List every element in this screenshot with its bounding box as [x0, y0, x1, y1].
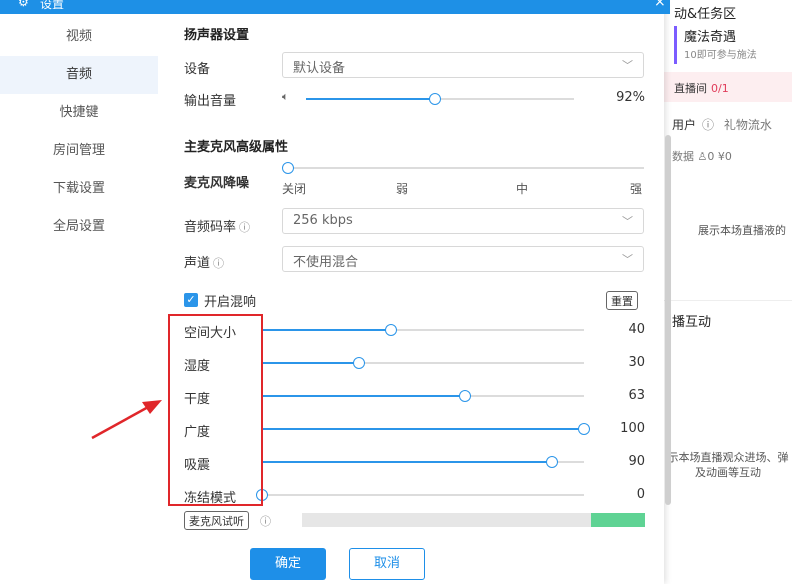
nav-item-download[interactable]: 下载设置 — [0, 170, 158, 208]
reverb-slider-fill — [262, 428, 584, 430]
mic-level-meter — [302, 513, 645, 527]
reverb-slider-value: 0 — [636, 487, 645, 502]
nav-item-video[interactable]: 视频 — [0, 18, 158, 56]
bg-card-subtitle: 10即可参与施法 — [684, 50, 757, 61]
volume-label: 输出音量 — [184, 94, 237, 109]
close-icon[interactable]: × — [654, 0, 666, 10]
speaker-section-title: 扬声器设置 — [184, 28, 250, 43]
reverb-slider-value: 90 — [628, 454, 645, 469]
denoise-thumb[interactable] — [282, 162, 294, 174]
denoise-tick-medium: 中 — [516, 182, 529, 196]
bg-tabs: 用户 ⓘ 礼物流水 — [672, 116, 772, 133]
bitrate-select[interactable]: 256 kbps ﹀ — [282, 208, 644, 234]
reverb-slider[interactable] — [262, 390, 584, 402]
mic-level-fill — [591, 513, 645, 527]
bg-tab-users[interactable]: 用户 — [672, 118, 696, 132]
device-label: 设备 — [184, 62, 211, 77]
bitrate-label: 音频码率 ⓘ — [184, 216, 250, 235]
help-icon[interactable]: ⓘ — [260, 513, 271, 529]
bg-task-count: 0/1 — [711, 82, 729, 95]
bg-empty-hint: 展示本场直播液的 — [698, 224, 786, 237]
reverb-slider-value: 40 — [628, 322, 645, 337]
reverb-slider-thumb[interactable] — [352, 357, 365, 369]
dialog-titlebar: ⚙ 设置 × — [0, 0, 670, 14]
help-icon: ⓘ — [702, 118, 715, 132]
reverb-slider-value: 63 — [628, 388, 645, 403]
channel-select[interactable]: 不使用混合 ﹀ — [282, 246, 644, 272]
bg-section-interaction: 播互动 — [672, 315, 712, 330]
nav-item-room[interactable]: 房间管理 — [0, 132, 158, 170]
bg-stats: 数据 ♙0 ¥0 — [672, 150, 732, 163]
reverb-slider-fill — [262, 362, 359, 364]
volume-fill — [306, 98, 435, 100]
reverb-slider-value: 30 — [628, 355, 645, 370]
reverb-slider[interactable] — [262, 357, 584, 369]
reverb-slider-thumb[interactable] — [458, 390, 471, 402]
volume-value: 92% — [616, 90, 645, 105]
device-select[interactable]: 默认设备 ﹀ — [282, 52, 644, 78]
bg-empty-line2: 及动画等互动 — [695, 466, 761, 479]
settings-nav: 视频 音频 快捷键 房间管理 下载设置 全局设置 — [0, 14, 158, 584]
reverb-slider[interactable] — [262, 456, 584, 468]
scrollbar[interactable] — [665, 135, 671, 505]
reverb-slider-fill — [262, 461, 552, 463]
mic-monitor-button[interactable]: 麦克风试听 — [184, 511, 249, 530]
denoise-slider[interactable] — [282, 162, 644, 174]
mic-section-title: 主麦克风高级属性 — [184, 140, 289, 155]
bg-tab-gifts[interactable]: 礼物流水 — [724, 118, 772, 132]
nav-item-global[interactable]: 全局设置 — [0, 208, 158, 246]
reset-button[interactable]: 重置 — [606, 291, 638, 310]
chevron-down-icon: ﹀ — [622, 253, 633, 266]
reverb-checkbox[interactable]: ✓ — [184, 293, 198, 307]
settings-gear-icon: ⚙ — [18, 0, 29, 9]
bg-empty-line1: 示本场直播观众进场、弹 — [667, 451, 789, 464]
reverb-slider-fill — [262, 395, 465, 397]
bg-task-row[interactable]: 直播间 0/1 — [664, 72, 792, 102]
dialog-title: 设置 — [40, 0, 65, 11]
reverb-slider-fill — [262, 329, 391, 331]
device-select-value: 默认设备 — [293, 61, 346, 76]
nav-item-audio[interactable]: 音频 — [0, 56, 158, 94]
ok-button[interactable]: 确定 — [250, 548, 326, 580]
reverb-label: 开启混响 — [204, 295, 257, 310]
reverb-slider[interactable] — [256, 489, 584, 501]
denoise-tick-off: 关闭 — [282, 182, 307, 196]
nav-item-shortcuts[interactable]: 快捷键 — [0, 94, 158, 132]
volume-thumb[interactable] — [428, 93, 441, 105]
cancel-button[interactable]: 取消 — [349, 548, 425, 580]
bg-divider — [664, 300, 792, 301]
channel-select-value: 不使用混合 — [293, 255, 359, 270]
chevron-down-icon: ﹀ — [622, 59, 633, 72]
reverb-slider-thumb[interactable] — [545, 456, 558, 468]
bitrate-label-text: 音频码率 — [184, 220, 237, 235]
denoise-tick-strong: 强 — [630, 182, 643, 196]
denoise-label: 麦克风降噪 — [184, 176, 250, 191]
bg-empty-hint-2: 示本场直播观众进场、弹 及动画等互动 — [664, 450, 792, 480]
bg-panel-title: 动&任务区 — [674, 7, 737, 22]
reverb-slider-thumb[interactable] — [578, 423, 590, 435]
bg-task-label: 直播间 — [674, 82, 707, 95]
annotation-box — [168, 314, 263, 506]
chevron-down-icon: ﹀ — [622, 215, 633, 228]
denoise-tick-weak: 弱 — [396, 182, 409, 196]
bg-card-title: 魔法奇遇 — [684, 30, 737, 45]
reverb-slider[interactable] — [262, 324, 584, 336]
help-icon[interactable]: ⓘ — [239, 221, 250, 234]
channel-label-text: 声道 — [184, 256, 211, 271]
settings-dialog: ⚙ 设置 × 视频 音频 快捷键 房间管理 下载设置 全局设置 扬声器设置 设备… — [0, 0, 671, 584]
bg-activity-card[interactable]: 魔法奇遇 10即可参与施法 — [674, 26, 792, 64]
reverb-slider-thumb[interactable] — [384, 324, 397, 336]
speaker-icon: 🔈︎ — [282, 90, 289, 103]
bitrate-select-value: 256 kbps — [293, 213, 353, 228]
reverb-slider-value: 100 — [620, 421, 645, 436]
reverb-slider[interactable] — [262, 423, 590, 435]
volume-slider[interactable] — [306, 93, 574, 105]
help-icon[interactable]: ⓘ — [213, 257, 224, 270]
channel-label: 声道 ⓘ — [184, 252, 224, 271]
